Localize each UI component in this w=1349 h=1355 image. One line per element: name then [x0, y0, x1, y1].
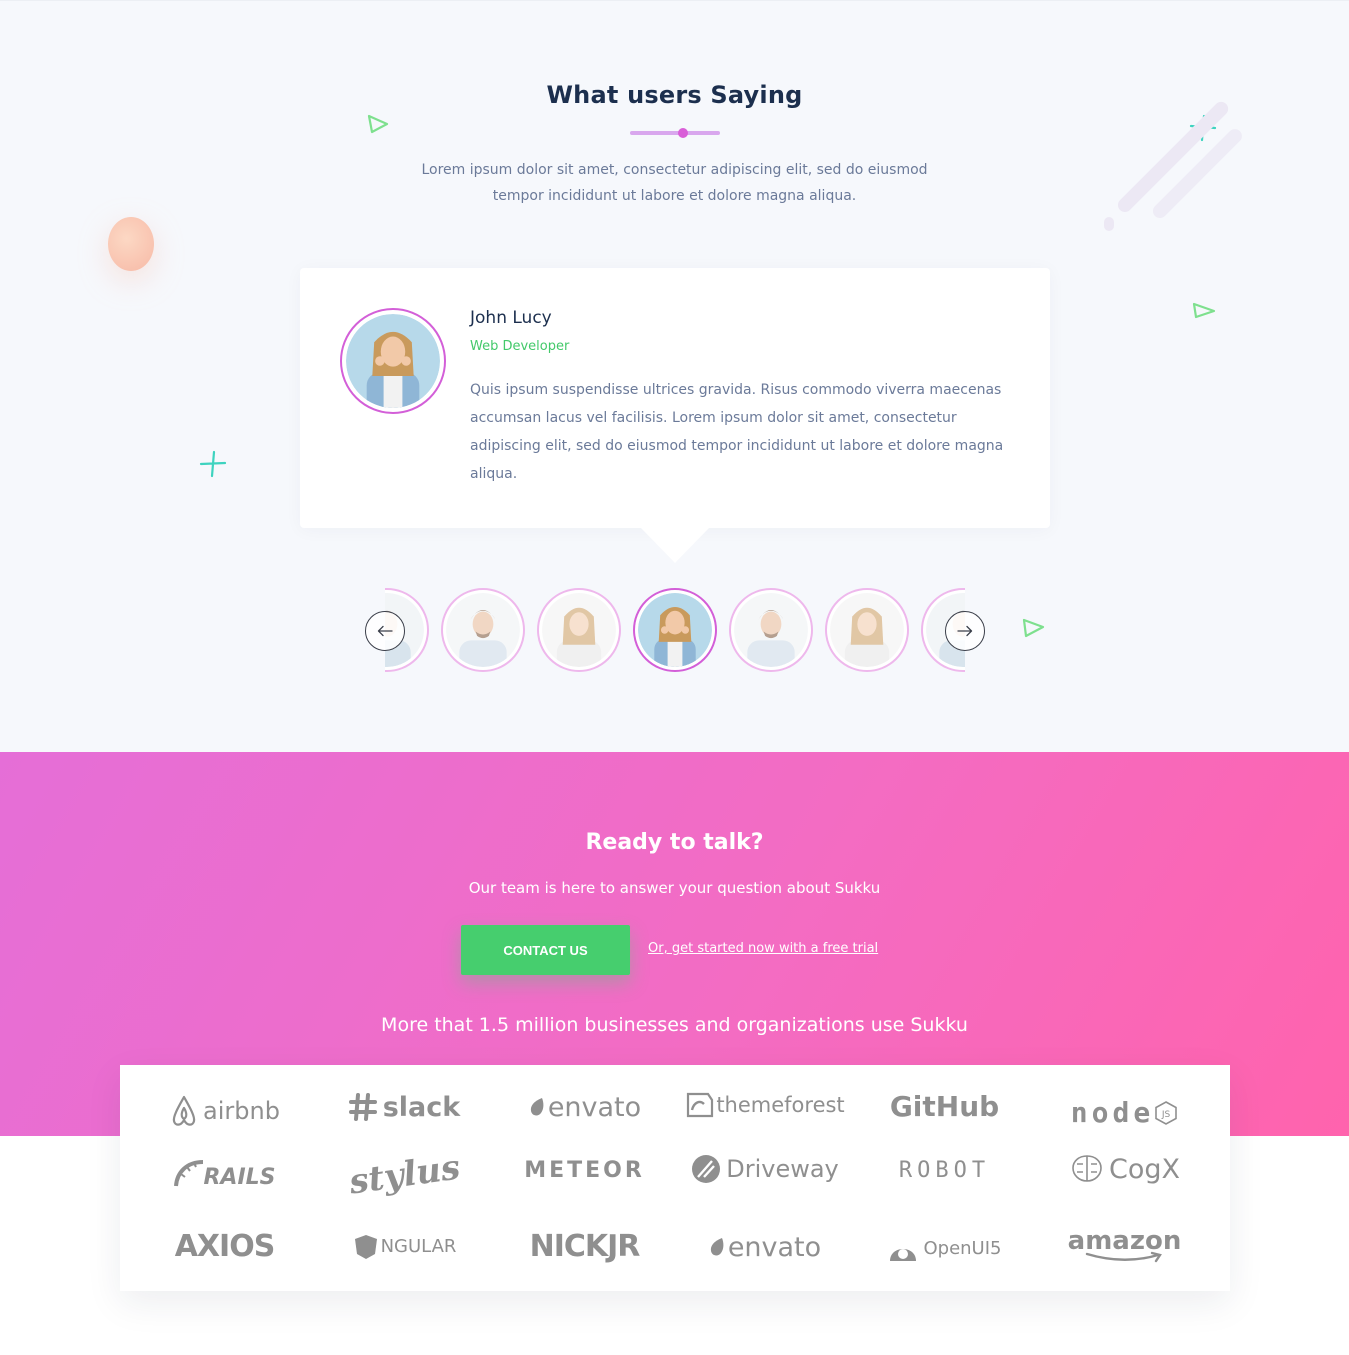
js-hexagon-icon: JS	[1155, 1101, 1178, 1125]
testimonial-role: Web Developer	[470, 339, 570, 354]
airbnb-icon	[172, 1095, 196, 1126]
meteor-logo: METEOR	[524, 1158, 645, 1183]
themeforest-logo: themeforest	[672, 1081, 857, 1129]
free-trial-link[interactable]: Or, get started now with a free trial	[648, 941, 878, 956]
man-portrait-icon	[734, 593, 808, 667]
plus-decoration-icon	[199, 450, 227, 478]
arrow-right-icon	[957, 625, 973, 637]
thumbnail-man[interactable]	[729, 588, 813, 672]
angular-logo: NGULAR	[312, 1223, 497, 1271]
github-logo: GitHub	[889, 1090, 1000, 1123]
cogx-logo: CogX	[1032, 1145, 1217, 1193]
streaks-decoration	[1100, 91, 1280, 231]
envato-logo: envato	[492, 1083, 677, 1131]
robot-studio-logo: ROBOT	[898, 1158, 991, 1183]
title-underline-dot	[678, 128, 688, 138]
nickjr-logo: NICKJR	[529, 1229, 641, 1264]
contact-us-button[interactable]: CONTACT US	[461, 925, 630, 975]
triangle-decoration-icon	[1022, 618, 1045, 638]
testimonial-name: John Lucy	[470, 308, 552, 328]
testimonial-card: John Lucy Web Developer Quis ipsum suspe…	[300, 268, 1050, 528]
openui5-icon	[890, 1249, 917, 1261]
cta-title: Ready to talk?	[585, 830, 764, 855]
envato-leaf-icon	[530, 1098, 544, 1116]
amazon-logo: amazon	[1032, 1217, 1217, 1265]
envato-logo: envato	[672, 1223, 857, 1271]
businesses-stat: More that 1.5 million businesses and org…	[381, 1014, 968, 1036]
thumbnail-woman[interactable]	[825, 588, 909, 672]
stylus-logo: stylus	[346, 1147, 463, 1203]
rails-icon	[174, 1160, 204, 1187]
slack-hash-icon	[348, 1093, 377, 1121]
driveway-logo: Driveway	[672, 1145, 857, 1193]
card-pointer	[640, 527, 710, 563]
svg-text:JS: JS	[1161, 1110, 1171, 1120]
carousel-next-button[interactable]	[945, 611, 985, 651]
woman-portrait-icon	[638, 593, 712, 667]
airbnb-logo: airbnb	[132, 1087, 317, 1135]
slack-logo: slack	[312, 1083, 497, 1131]
woman-portrait-icon	[346, 314, 440, 408]
carousel-prev-button[interactable]	[365, 611, 405, 651]
man-portrait-icon	[446, 593, 520, 667]
rails-logo: RAILS	[132, 1149, 317, 1197]
woman-portrait-icon	[542, 593, 616, 667]
thumbnail-woman-active[interactable]	[633, 588, 717, 672]
testimonials-section: What users Saying Lorem ipsum dolor sit …	[0, 0, 1349, 752]
cta-subtitle: Our team is here to answer your question…	[468, 879, 881, 897]
blob-decoration	[108, 217, 154, 271]
testimonial-quote: Quis ipsum suspendisse ultrices gravida.…	[470, 382, 1004, 482]
woman-portrait-icon	[830, 593, 904, 667]
arrow-left-icon	[377, 625, 393, 637]
thumbnail-man[interactable]	[441, 588, 525, 672]
driveway-icon	[692, 1155, 721, 1183]
thumbnail-woman[interactable]	[537, 588, 621, 672]
nodejs-logo: node JS	[1032, 1089, 1217, 1137]
themeforest-icon	[687, 1092, 714, 1118]
triangle-decoration-icon	[1192, 302, 1216, 319]
envato-leaf-icon	[710, 1238, 724, 1256]
amazon-smile-icon	[1085, 1251, 1162, 1263]
avatar	[340, 308, 446, 414]
angular-shield-icon	[354, 1235, 377, 1259]
openui5-logo: OpenUI5	[852, 1225, 1037, 1273]
axios-logo: AXIOS	[174, 1229, 276, 1264]
brain-icon	[1072, 1155, 1102, 1182]
client-logos-panel: airbnb slack envato themeforest GitHub n…	[120, 1065, 1230, 1291]
thumbnail-carousel	[385, 587, 965, 675]
title-underline	[630, 131, 720, 135]
triangle-decoration-icon	[367, 114, 389, 134]
